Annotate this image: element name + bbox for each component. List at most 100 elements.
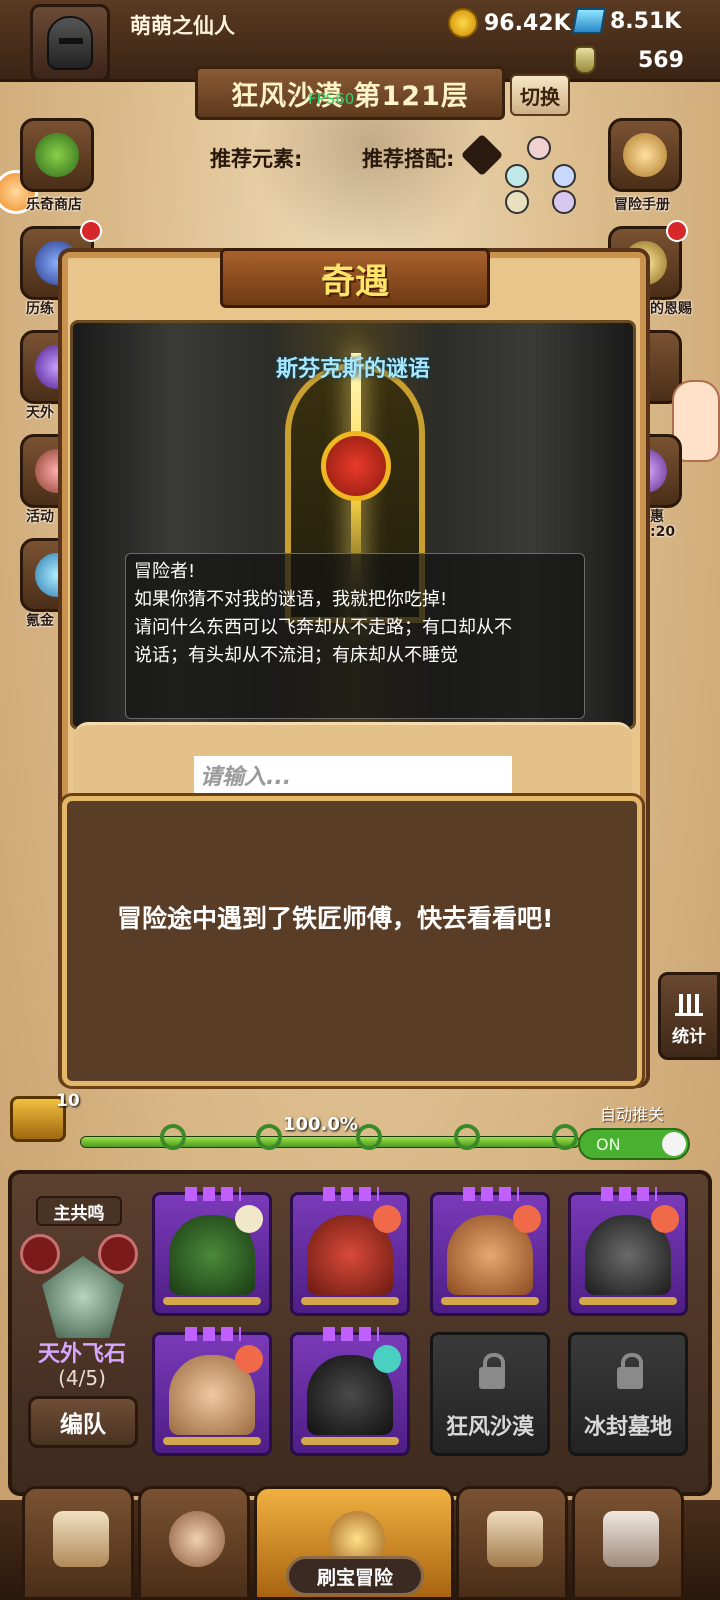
- fire-element-icon: [651, 1205, 679, 1233]
- bar-chart-icon: [675, 994, 703, 1016]
- light-element-icon: [235, 1205, 263, 1233]
- nav-forge-button[interactable]: [572, 1486, 684, 1600]
- main-resonance-label: 主共鸣: [36, 1196, 122, 1226]
- riddle-line: 说话；有头却从不流泪；有床却从不睡觉: [134, 645, 458, 666]
- shop-side-button[interactable]: [20, 118, 94, 192]
- potion-amount: 569: [638, 47, 684, 73]
- locked-slot-desert[interactable]: 狂风沙漠: [430, 1332, 550, 1456]
- fire-element-icon: [373, 1205, 401, 1233]
- star-rank: [463, 1187, 519, 1201]
- hero-hp-bar: [441, 1297, 539, 1305]
- star-rank: [323, 1327, 379, 1341]
- hero-hp-bar: [301, 1297, 399, 1305]
- key-icon: [356, 1124, 382, 1150]
- star-rank: [323, 1187, 379, 1201]
- key-icon: [454, 1124, 480, 1150]
- side-label-blessing: 的恩赐: [650, 301, 692, 317]
- hero-card-green-hood[interactable]: [152, 1187, 272, 1316]
- star-rank: [601, 1187, 657, 1201]
- toggle-state: ON: [596, 1135, 621, 1154]
- locked-slot-tomb[interactable]: 冰封墓地: [568, 1332, 688, 1456]
- player-avatar[interactable]: [30, 4, 110, 82]
- gold-resource[interactable]: 96.42K: [448, 8, 571, 38]
- fire-element-icon: [235, 1345, 263, 1373]
- side-label-sky: 天外: [26, 405, 54, 421]
- gold-amount: 96.42K: [484, 10, 571, 36]
- hero-card-red-demon[interactable]: [290, 1187, 410, 1316]
- chest-count: 10: [56, 1091, 80, 1111]
- side-label-topup: 氪金: [26, 613, 54, 629]
- potion-icon: [574, 46, 596, 74]
- nav-bag-button[interactable]: [456, 1486, 568, 1600]
- side-label-event: 活动: [26, 509, 54, 525]
- recommended-combo-label: 推荐搭配:: [362, 147, 455, 171]
- riddle-line: 请问什么东西可以飞奔却从不走路；有口却从不: [134, 617, 512, 638]
- side-label-trial: 历练: [26, 301, 54, 317]
- side-label-timer: :20: [650, 524, 676, 540]
- star-rank: [185, 1187, 241, 1201]
- gem-icon: [571, 8, 607, 34]
- lock-icon: [617, 1353, 643, 1389]
- recommended-element-label: 推荐元素:: [210, 147, 303, 171]
- star-rank: [185, 1327, 241, 1341]
- toast-message: 冒险途中遇到了铁匠师傅，快去看看吧!: [117, 904, 554, 933]
- stage-progress-bar: [80, 1136, 580, 1148]
- locked-slot-label: 狂风沙漠: [445, 1415, 534, 1440]
- set-count: (4/5): [58, 1366, 106, 1390]
- side-label-shop: 乐奇商店: [26, 197, 82, 213]
- backpack-icon: [487, 1511, 543, 1567]
- hero-hp-bar: [163, 1437, 261, 1445]
- light-element-icon: [505, 190, 529, 214]
- sphinx-emblem-icon: [321, 431, 391, 501]
- nav-heroes-button[interactable]: [138, 1486, 250, 1600]
- hero-card-pirate[interactable]: [568, 1187, 688, 1316]
- nav-active-label: 刷宝冒险: [286, 1556, 424, 1596]
- statistics-button[interactable]: 统计: [658, 972, 720, 1060]
- hero-card-turban[interactable]: [430, 1187, 550, 1316]
- gold-coin-icon: [448, 8, 478, 38]
- notification-dot: [80, 220, 102, 242]
- water-element-icon: [552, 164, 576, 188]
- potion-resource[interactable]: 569: [574, 46, 684, 74]
- riddle-title: 斯芬克斯的谜语: [275, 357, 430, 382]
- progress-percent: 100.0%: [283, 1114, 358, 1135]
- nav-shop-button[interactable]: [22, 1486, 134, 1600]
- stage-progress-fill: [81, 1137, 579, 1147]
- notification-dot: [666, 220, 688, 242]
- resonance-right-icon[interactable]: [98, 1234, 138, 1274]
- hero-card-knight[interactable]: [290, 1327, 410, 1456]
- event-toast[interactable]: 冒险途中遇到了铁匠师傅，快去看看吧!: [62, 796, 642, 1086]
- hero-face-icon: [169, 1511, 225, 1567]
- shop-stall-icon: [53, 1511, 109, 1567]
- toggle-knob: [662, 1132, 686, 1156]
- player-name: 萌萌之仙人: [130, 14, 235, 38]
- gem-resource[interactable]: 8.51K: [571, 8, 682, 34]
- side-label-discount: 惠: [650, 509, 664, 525]
- dark-element-icon: [552, 190, 576, 214]
- key-icon: [552, 1124, 578, 1150]
- riddle-line: 如果你猜不对我的谜语，我就把你吃掉!: [134, 589, 448, 610]
- sphinx-scene: 斯芬克斯的谜语 冒险者! 如果你猜不对我的谜语，我就把你吃掉! 请问什么东西可以…: [70, 320, 636, 730]
- hero-card-bald-monk[interactable]: [152, 1327, 272, 1456]
- fps-counter: FPS60: [308, 90, 355, 108]
- riddle-text-box: 冒险者! 如果你猜不对我的谜语，我就把你吃掉! 请问什么东西可以飞奔却从不走路；…: [125, 553, 585, 719]
- riddle-answer-input[interactable]: [194, 756, 512, 798]
- formation-button[interactable]: 编队: [28, 1396, 138, 1448]
- key-icon: [160, 1124, 186, 1150]
- hero-hp-bar: [301, 1437, 399, 1445]
- side-label-manual: 冒险手册: [614, 197, 670, 213]
- fire-element-icon: [527, 136, 551, 160]
- adventure-manual-button[interactable]: [608, 118, 682, 192]
- clover-icon: [35, 133, 79, 177]
- wind-element-icon: [373, 1345, 401, 1373]
- switch-stage-button[interactable]: 切换: [510, 74, 570, 116]
- hero-hp-bar: [579, 1297, 677, 1305]
- helmet-icon: [47, 16, 93, 70]
- auto-push-toggle[interactable]: ON: [578, 1128, 690, 1160]
- fire-element-icon: [513, 1205, 541, 1233]
- resonance-left-icon[interactable]: [20, 1234, 60, 1274]
- locked-slot-label: 冰封墓地: [583, 1415, 672, 1440]
- hero-hp-bar: [163, 1297, 261, 1305]
- gem-amount: 8.51K: [610, 8, 682, 34]
- auto-push-label: 自动推关: [600, 1105, 665, 1124]
